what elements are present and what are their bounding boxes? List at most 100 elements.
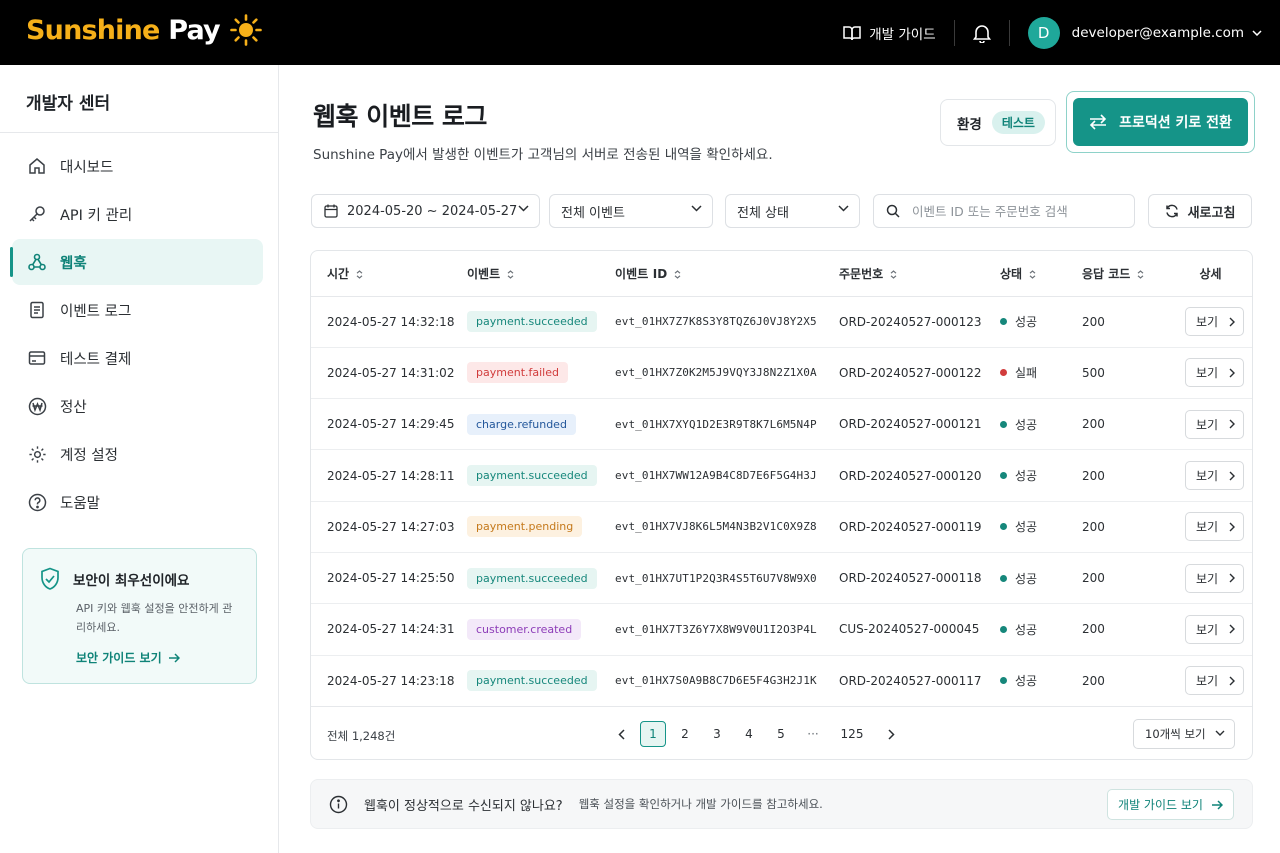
page-title: 웹훅 이벤트 로그 (313, 102, 487, 131)
security-guide-link[interactable]: 보안 가이드 보기 (76, 649, 256, 666)
view-detail-button[interactable]: 보기 (1185, 614, 1244, 644)
view-detail-button[interactable]: 보기 (1185, 358, 1244, 388)
brand-logo[interactable]: Sunshine Pay (26, 14, 262, 46)
sidebar-item-api-keys[interactable]: API 키 관리 (12, 191, 263, 237)
per-page-select[interactable]: 10개씩 보기 (1133, 719, 1235, 749)
cell-order-number: CUS-20240527-000045 (839, 603, 1000, 656)
column-header-response-code[interactable]: 응답 코드 (1082, 251, 1169, 297)
table-row[interactable]: 2024-05-27 14:31:02 payment.failed evt_01H… (311, 347, 1252, 400)
column-header-label: 이벤트 ID (615, 266, 668, 281)
cell-event-id: evt_01HX7Z7K8S3Y8TQZ6J0VJ8Y2X5 (615, 296, 839, 348)
security-card-desc: API 키와 웹훅 설정을 안전하게 관리하세요. (76, 602, 233, 634)
cell-detail: 보기 (1169, 501, 1252, 553)
cell-event: customer.created (467, 603, 615, 656)
search-box[interactable] (873, 194, 1135, 228)
page-ellipsis: ··· (807, 727, 819, 741)
card-icon (28, 351, 46, 365)
view-detail-button[interactable]: 보기 (1185, 563, 1244, 593)
column-header-label: 상태 (1000, 266, 1023, 281)
table-row[interactable]: 2024-05-27 14:28:11 payment.succeeded evt_… (311, 449, 1252, 502)
page-5-button[interactable]: 5 (765, 721, 797, 747)
sort-icon (890, 269, 897, 279)
notifications-button[interactable] (972, 23, 991, 43)
security-card-header: 보안이 최우선이에요 (39, 567, 256, 591)
cell-event-id: evt_01HX7VJ8K6L5M4N3B2V1C0X9Z8 (615, 501, 839, 553)
cell-order-number: ORD-20240527-000119 (839, 501, 1000, 553)
table-header-row: 시간 이벤트 이벤트 ID 주문번호 상태 응답 코드 상세 (311, 251, 1252, 297)
sidebar-item-settlement[interactable]: 정산 (12, 383, 263, 429)
view-detail-button[interactable]: 보기 (1185, 409, 1244, 439)
cell-event: payment.succeeded (467, 552, 615, 605)
column-header-event-id[interactable]: 이벤트 ID (615, 251, 839, 297)
page-125-button[interactable]: 125 (829, 721, 875, 747)
cell-event: payment.failed (467, 347, 615, 400)
dev-guide-label: 개발 가이드 (869, 26, 936, 43)
cell-response-code: 200 (1082, 501, 1169, 553)
search-input[interactable] (912, 203, 1132, 219)
sidebar-item-dashboard[interactable]: 대시보드 (12, 143, 263, 189)
column-header-order-number[interactable]: 주문번호 (839, 251, 1000, 297)
cell-order-number: ORD-20240527-000117 (839, 673, 982, 688)
sidebar-item-event-log[interactable]: 이벤트 로그 (12, 287, 263, 333)
chevron-right-icon (1229, 471, 1235, 481)
table-row[interactable]: 2024-05-27 14:25:50 payment.succeeded evt_… (311, 552, 1252, 605)
event-type-select[interactable]: 전체 이벤트 (549, 194, 713, 228)
document-icon (30, 301, 44, 319)
view-detail-button[interactable]: 보기 (1185, 461, 1244, 491)
key-icon (29, 206, 45, 222)
sidebar-item-label: 도움말 (60, 495, 101, 512)
brand-wordmark: Sunshine Pay (26, 14, 221, 46)
next-page-button[interactable] (875, 721, 907, 747)
pagination: 1 2 3 4 5 ··· 125 (605, 720, 907, 748)
brand-name-part1: Sunshine (26, 14, 160, 46)
bell-icon (972, 24, 991, 43)
dev-guide-button[interactable]: 개발 가이드 보기 (1107, 789, 1234, 820)
page-1-button[interactable]: 1 (640, 721, 666, 747)
column-header-status[interactable]: 상태 (1000, 251, 1082, 297)
table-row[interactable]: 2024-05-27 14:32:18 payment.succeeded evt_… (311, 296, 1252, 348)
chevron-right-icon (1229, 676, 1235, 686)
view-detail-button[interactable]: 보기 (1185, 307, 1244, 337)
user-menu[interactable]: developer@example.com (1072, 25, 1262, 41)
environment-badge: 테스트 (991, 111, 1045, 134)
security-card-title: 보안이 최우선이에요 (73, 573, 190, 589)
cell-event-id: evt_01HX7UT1P2Q3R4S5T6U7V8W9X0 (615, 552, 839, 605)
switch-to-production-button[interactable]: 프로덕션 키로 전환 (1073, 98, 1248, 146)
view-detail-label: 보기 (1196, 315, 1219, 330)
column-header-time[interactable]: 시간 (311, 251, 467, 297)
cell-order-number: ORD-20240527-000123 (839, 296, 1000, 348)
cell-event: charge.refunded (467, 398, 615, 451)
refresh-button[interactable]: 새로고침 (1148, 194, 1252, 228)
page-4-button[interactable]: 4 (733, 721, 765, 747)
prev-page-button[interactable] (605, 721, 637, 747)
sidebar-item-test-payment[interactable]: 테스트 결제 (12, 335, 263, 381)
table-row[interactable]: 2024-05-27 14:27:03 payment.pending evt_01… (311, 501, 1252, 553)
view-detail-button[interactable]: 보기 (1185, 512, 1244, 542)
cell-event-id: evt_01HX7WW12A9B4C8D7E6F5G4H3J (615, 449, 839, 502)
view-detail-label: 보기 (1196, 366, 1219, 381)
table-row[interactable]: 2024-05-27 14:29:45 charge.refunded evt_01… (311, 398, 1252, 451)
dev-guide-link[interactable]: 개발 가이드 (843, 23, 936, 43)
chevron-down-icon (691, 205, 702, 212)
webhook-icon (28, 253, 46, 271)
chevron-down-icon (518, 205, 529, 212)
status-select[interactable]: 전체 상태 (725, 194, 860, 228)
sidebar-item-webhooks[interactable]: 웹훅 (10, 239, 263, 285)
page-2-button[interactable]: 2 (669, 721, 701, 747)
sidebar-item-help[interactable]: 도움말 (12, 479, 263, 525)
cell-status: 성공 (1000, 655, 1082, 706)
status-text: 실패 (1015, 366, 1038, 381)
avatar[interactable]: D (1027, 16, 1060, 49)
security-card: 보안이 최우선이에요 API 키와 웹훅 설정을 안전하게 관리하세요. 보안 … (22, 548, 257, 684)
sidebar-item-account-settings[interactable]: 계정 설정 (12, 431, 263, 477)
view-detail-button[interactable]: 보기 (1185, 666, 1244, 696)
table-row[interactable]: 2024-05-27 14:23:18 payment.succeeded evt_… (311, 655, 1252, 706)
date-range-picker[interactable]: 2024-05-20 ~ 2024-05-27 (311, 194, 540, 228)
status-text: 성공 (1015, 315, 1038, 330)
page-3-button[interactable]: 3 (701, 721, 733, 747)
column-header-label: 주문번호 (839, 266, 884, 281)
environment-indicator[interactable]: 환경 테스트 (940, 99, 1056, 146)
column-header-event[interactable]: 이벤트 (467, 251, 615, 297)
cell-status: 성공 (1000, 398, 1082, 451)
table-row[interactable]: 2024-05-27 14:24:31 customer.created evt_0… (311, 603, 1252, 656)
